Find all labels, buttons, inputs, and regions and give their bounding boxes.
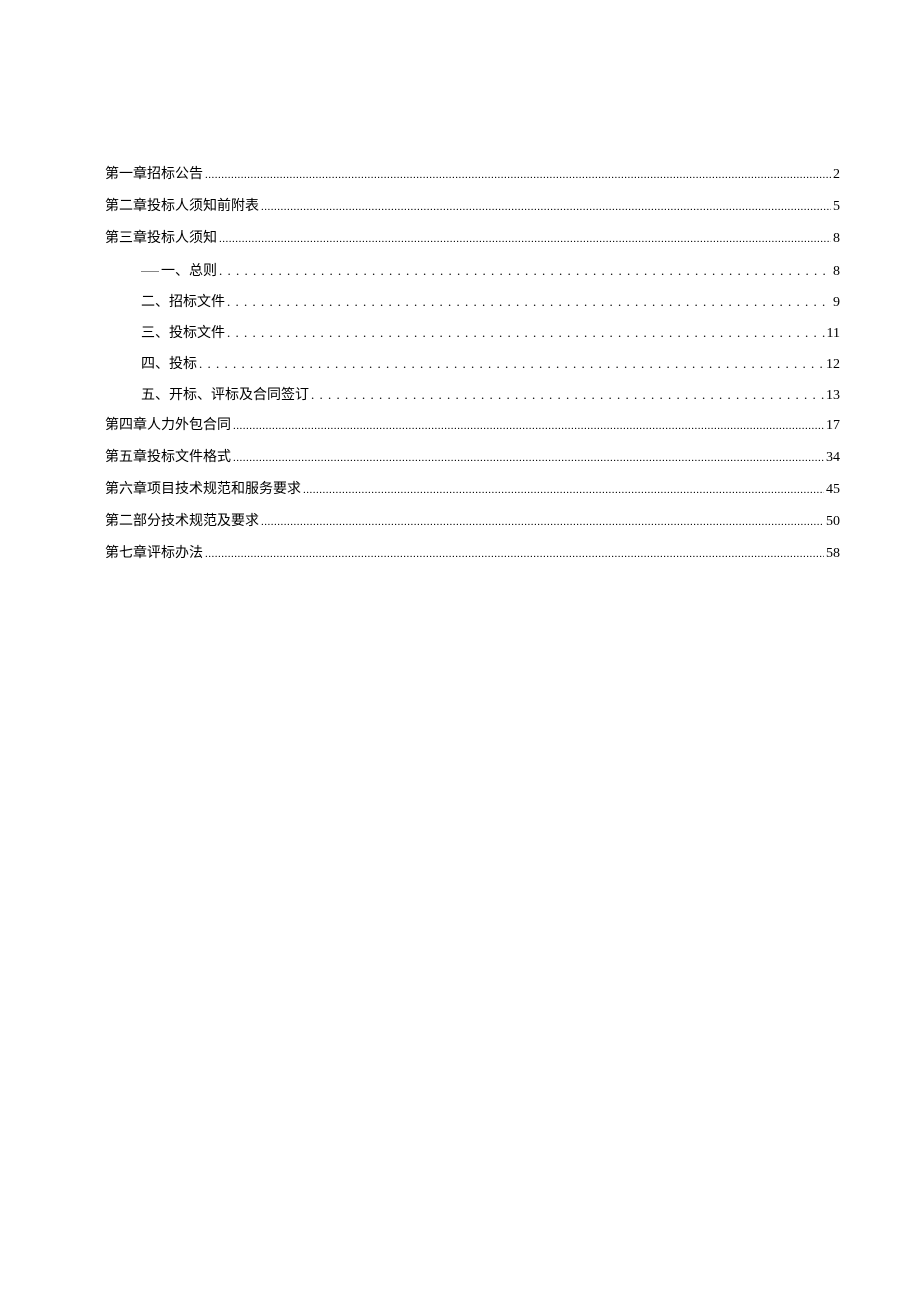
toc-page: 8	[833, 265, 840, 279]
toc-page: 45	[826, 483, 840, 497]
toc-page: 8	[833, 232, 840, 246]
toc-leader	[227, 326, 825, 341]
toc-page: 34	[826, 451, 840, 465]
toc-entry: 五、开标、评标及合同签订 13	[105, 388, 840, 403]
toc-entry: 第四章人力外包合同 17	[105, 419, 840, 433]
toc-page: 58	[826, 547, 840, 561]
toc-title: 四、投标	[141, 358, 197, 372]
toc-entry: 第二部分技术规范及要求 50	[105, 515, 840, 529]
toc-entry: 第三章投标人须知 8	[105, 232, 840, 246]
toc-title: 三、投标文件	[141, 327, 225, 341]
toc-entry: 第一章招标公告 2	[105, 168, 840, 182]
toc-entry: 第六章项目技术规范和服务要求 45	[105, 483, 840, 497]
toc-title: 第五章投标文件格式	[105, 451, 231, 465]
toc-leader	[227, 295, 831, 310]
toc-page: 5	[833, 200, 840, 214]
toc-title: 第二章投标人须知前附表	[105, 200, 259, 214]
toc-leader	[311, 388, 824, 403]
toc-title: 第一章招标公告	[105, 168, 203, 182]
toc-page: 9	[833, 296, 840, 310]
toc-leader	[219, 264, 831, 279]
toc-entry: 一、总则 8	[105, 264, 840, 279]
toc-leader	[303, 483, 824, 497]
toc-leader	[261, 200, 831, 214]
toc-title: 一、总则	[141, 265, 217, 279]
toc-entry: 第七章评标办法 58	[105, 547, 840, 561]
toc-leader	[261, 515, 824, 529]
toc-title: 五、开标、评标及合同签订	[141, 389, 309, 403]
toc-leader	[233, 419, 824, 433]
toc-entry: 第二章投标人须知前附表 5	[105, 200, 840, 214]
toc-entry: 三、投标文件 11	[105, 326, 840, 341]
toc-page: 11	[827, 327, 840, 341]
toc-page: 50	[826, 515, 840, 529]
toc-page: 2	[833, 168, 840, 182]
toc-page: 17	[826, 419, 840, 433]
toc-title: 第六章项目技术规范和服务要求	[105, 483, 301, 497]
toc-title: 二、招标文件	[141, 296, 225, 310]
toc-page: 13	[826, 389, 840, 403]
toc-title: 第四章人力外包合同	[105, 419, 231, 433]
toc-leader	[205, 168, 831, 182]
toc-title: 第三章投标人须知	[105, 232, 217, 246]
toc-leader	[233, 451, 824, 465]
table-of-contents: 第一章招标公告 2 第二章投标人须知前附表 5 第三章投标人须知 8 一、总则 …	[105, 168, 840, 561]
toc-leader	[219, 232, 831, 246]
toc-entry: 二、招标文件 9	[105, 295, 840, 310]
toc-title: 第二部分技术规范及要求	[105, 515, 259, 529]
toc-leader	[199, 357, 824, 372]
toc-entry: 第五章投标文件格式 34	[105, 451, 840, 465]
toc-title: 第七章评标办法	[105, 547, 203, 561]
toc-entry: 四、投标 12	[105, 357, 840, 372]
toc-page: 12	[826, 358, 840, 372]
editor-mark-icon	[141, 271, 159, 272]
toc-leader	[205, 547, 824, 561]
